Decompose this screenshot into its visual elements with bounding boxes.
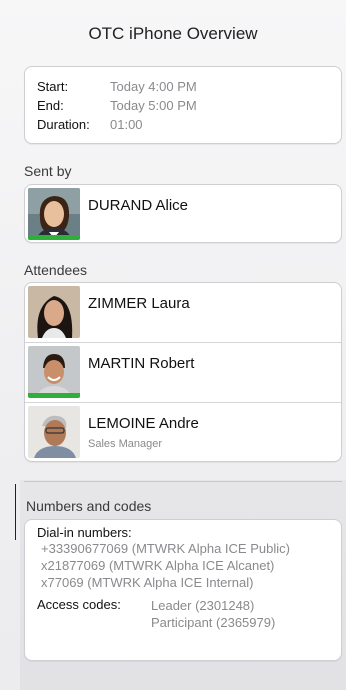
avatar — [28, 346, 80, 398]
duration-row: Duration: 01:00 — [37, 115, 341, 134]
start-row: Start: Today 4:00 PM — [37, 77, 341, 96]
leader-code: Leader (2301248) — [151, 598, 255, 613]
duration-label: Duration: — [37, 117, 90, 132]
time-card: Start: Today 4:00 PM End: Today 5:00 PM … — [24, 66, 342, 144]
edge-line — [15, 484, 16, 540]
end-value: Today 5:00 PM — [110, 98, 197, 113]
end-label: End: — [37, 98, 64, 113]
start-value: Today 4:00 PM — [110, 79, 197, 94]
attendee-name: ZIMMER Laura — [88, 295, 190, 312]
avatar — [28, 188, 80, 240]
sender-row[interactable]: DURAND Alice — [25, 185, 341, 240]
attendee-name: MARTIN Robert — [88, 355, 195, 372]
attendee-title: Sales Manager — [88, 438, 162, 450]
sender-text: DURAND Alice — [80, 185, 188, 214]
access-codes-label: Access codes: — [37, 597, 121, 612]
duration-value: 01:00 — [110, 117, 143, 132]
presence-indicator — [28, 235, 80, 240]
attendee-row[interactable]: MARTIN Robert — [25, 343, 341, 403]
attendees-card: ZIMMER Laura MARTIN Robert LEMOINE Andre… — [24, 282, 342, 462]
avatar — [28, 286, 80, 338]
start-label: Start: — [37, 79, 69, 94]
section-divider — [24, 481, 342, 482]
person-photo-icon — [28, 286, 80, 338]
codes-card: Dial-in numbers: +33390677069 (MTWRK Alp… — [24, 519, 342, 661]
sender-name: DURAND Alice — [88, 197, 189, 214]
person-photo-icon — [28, 406, 80, 458]
attendee-row[interactable]: ZIMMER Laura — [25, 283, 341, 343]
presence-indicator — [28, 393, 80, 398]
dial-in-label: Dial-in numbers: — [37, 525, 132, 540]
page-title: OTC iPhone Overview — [88, 24, 258, 43]
screen: OTC iPhone Overview Start: Today 4:00 PM… — [0, 0, 346, 690]
dial-in-number[interactable]: x21877069 (MTWRK Alpha ICE Alcanet) — [41, 557, 341, 574]
avatar — [28, 406, 80, 458]
person-photo-icon — [28, 346, 80, 398]
attendee-row[interactable]: LEMOINE Andre Sales Manager — [25, 403, 341, 461]
person-photo-icon — [28, 188, 80, 240]
sent-by-card[interactable]: DURAND Alice — [24, 184, 342, 243]
participant-code: Participant (2365979) — [151, 615, 276, 630]
access-codes-values: Leader (2301248) Participant (2365979) — [151, 597, 275, 631]
sent-by-label: Sent by — [24, 163, 72, 179]
dial-in-number[interactable]: x77069 (MTWRK Alpha ICE Internal) — [41, 574, 341, 591]
codes-label: Numbers and codes — [26, 498, 152, 514]
access-codes-row: Access codes: Leader (2301248) Participa… — [37, 597, 341, 631]
attendees-label: Attendees — [24, 262, 88, 278]
attendee-name: LEMOINE Andre — [88, 415, 199, 432]
dial-in-number[interactable]: +33390677069 (MTWRK Alpha ICE Public) — [41, 540, 341, 557]
end-row: End: Today 5:00 PM — [37, 96, 341, 115]
